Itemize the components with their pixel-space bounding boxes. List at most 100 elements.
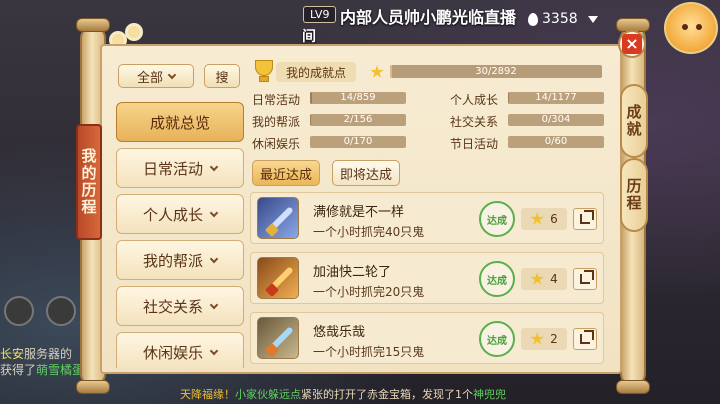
search-button[interactable]: 搜	[204, 64, 240, 88]
achievement-desc: 一个小时抓完40只鬼	[313, 225, 425, 239]
avatar-eye	[696, 24, 702, 30]
level-badge: LV9	[303, 6, 337, 23]
system-ticker: 天降福缘！小家伙躲远点紧张的打开了赤金宝箱，发现了1个神兜兜	[180, 386, 506, 402]
category-social[interactable]: 社交关系	[116, 286, 244, 326]
star-icon	[530, 212, 544, 225]
tab-recent-achieved[interactable]: 最近达成	[252, 160, 320, 186]
share-icon	[580, 210, 594, 224]
azure-sword-icon	[257, 317, 299, 359]
scroll-cap	[616, 380, 650, 394]
category-label: 社交关系	[142, 297, 203, 316]
category-label: 成就总览	[149, 113, 210, 132]
mic-button[interactable]	[4, 296, 34, 326]
category-label: 日常活动	[142, 159, 203, 178]
ticker-prefix: 天降福缘！	[180, 388, 235, 401]
achievement-row[interactable]: 加油快二轮了 一个小时抓完20只鬼 达成 4	[250, 252, 604, 304]
category-daily[interactable]: 日常活动	[116, 148, 244, 188]
points-value: 6	[550, 212, 558, 226]
stat-bar: 14/859	[310, 92, 406, 104]
achievement-points: 6	[521, 208, 567, 230]
mic-button[interactable]	[46, 296, 76, 326]
achievement-points: 4	[521, 268, 567, 290]
category-filter-dropdown[interactable]: 全部	[118, 64, 194, 88]
category-overview[interactable]: 成就总览	[116, 102, 244, 142]
achievement-row[interactable]: 满修就是不一样 一个小时抓完40只鬼 达成 6	[250, 192, 604, 244]
category-label: 休闲娱乐	[142, 343, 203, 362]
close-button[interactable]: ×	[618, 30, 646, 58]
stat-label: 个人成长	[450, 93, 499, 107]
stat-label: 节日活动	[450, 137, 499, 151]
tab-upcoming[interactable]: 即将达成	[332, 160, 400, 186]
category-label: 我的帮派	[142, 251, 203, 270]
total-points-text: 30/2892	[475, 66, 517, 77]
chat-server-name: 长安	[0, 347, 25, 361]
category-guild[interactable]: 我的帮派	[116, 240, 244, 280]
my-points-label: 我的成就点	[276, 62, 356, 82]
ticker-player: 小家伙躲远点	[235, 388, 301, 401]
achieved-stamp-icon: 达成	[479, 321, 515, 357]
tab-achievements[interactable]: 成就	[620, 84, 648, 158]
flame-icon	[528, 12, 538, 26]
trophy-icon	[252, 58, 276, 84]
chat-line: 长安服务器的	[0, 345, 72, 362]
stat-bar: 14/1177	[508, 92, 604, 104]
chat-item-name: 萌雪橘蛋	[36, 363, 85, 377]
share-button[interactable]	[573, 208, 597, 230]
chat-text: 获得了	[0, 363, 37, 377]
achievement-list: 满修就是不一样 一个小时抓完40只鬼 达成 6 加油快二轮了 一个小时抓完20只…	[250, 192, 606, 364]
share-button[interactable]	[573, 328, 597, 350]
chevron-down-icon	[209, 254, 219, 263]
chat-text: 服务器的	[24, 347, 73, 361]
chevron-down-icon	[167, 70, 177, 79]
stat-label: 社交关系	[450, 115, 499, 129]
close-icon: ×	[622, 34, 642, 54]
stat-label: 我的帮派	[252, 115, 301, 129]
dropdown-triangle-icon	[587, 15, 598, 23]
points-value: 2	[550, 332, 558, 346]
achievement-name: 满修就是不一样	[313, 205, 405, 220]
stream-overlay: LV9 内部人员帅小鹏光临直播 间 3358	[300, 2, 620, 45]
share-icon	[580, 330, 594, 344]
achievement-desc: 一个小时抓完20只鬼	[313, 285, 425, 299]
viewer-count[interactable]: 3358	[528, 11, 598, 27]
stream-title-continued: 间	[302, 29, 316, 45]
stat-label: 休闲娱乐	[252, 137, 301, 151]
stat-bar: 0/170	[310, 136, 406, 148]
points-value: 4	[550, 272, 558, 286]
tab-history[interactable]: 历程	[620, 158, 648, 232]
category-list: 成就总览 日常活动 个人成长 我的帮派 社交关系 休闲娱乐	[116, 102, 244, 368]
stat-bar: 0/60	[508, 136, 604, 148]
achievement-name: 悠哉乐哉	[313, 325, 366, 340]
ticker-item: 神兜兜	[473, 388, 506, 401]
chevron-down-icon	[209, 346, 219, 355]
avatar-eye	[682, 24, 688, 30]
gold-sword-icon	[257, 257, 299, 299]
chevron-down-icon	[209, 162, 219, 171]
achievement-row[interactable]: 悠哉乐哉 一个小时抓完15只鬼 达成 2	[250, 312, 604, 364]
ticker-text: 紧张的打开了赤金宝箱，发现了1个	[301, 388, 473, 401]
scroll-cap	[76, 18, 110, 32]
category-growth[interactable]: 个人成长	[116, 194, 244, 234]
achievement-points: 2	[521, 328, 567, 350]
star-icon	[530, 332, 544, 345]
flower-decoration-icon	[128, 26, 140, 38]
category-label: 个人成长	[142, 205, 203, 224]
player-avatar[interactable]	[664, 2, 718, 54]
category-leisure[interactable]: 休闲娱乐	[116, 332, 244, 368]
stream-title: 内部人员帅小鹏光临直播	[340, 8, 517, 27]
total-points-bar: 30/2892	[390, 65, 602, 78]
achieved-stamp-icon: 达成	[479, 201, 515, 237]
viewer-count-value: 3358	[542, 11, 578, 27]
stat-bar: 0/304	[508, 114, 604, 126]
chat-line: 获得了萌雪橘蛋	[0, 361, 84, 378]
scroll-cap	[76, 380, 110, 394]
achievement-name: 加油快二轮了	[313, 265, 392, 280]
my-history-ribbon: 我的历程	[76, 124, 102, 240]
chevron-down-icon	[209, 300, 219, 309]
share-button[interactable]	[573, 268, 597, 290]
chevron-down-icon	[209, 208, 219, 217]
achieved-stamp-icon: 达成	[479, 261, 515, 297]
achievement-desc: 一个小时抓完15只鬼	[313, 345, 425, 359]
share-icon	[580, 270, 594, 284]
star-icon	[530, 272, 544, 285]
